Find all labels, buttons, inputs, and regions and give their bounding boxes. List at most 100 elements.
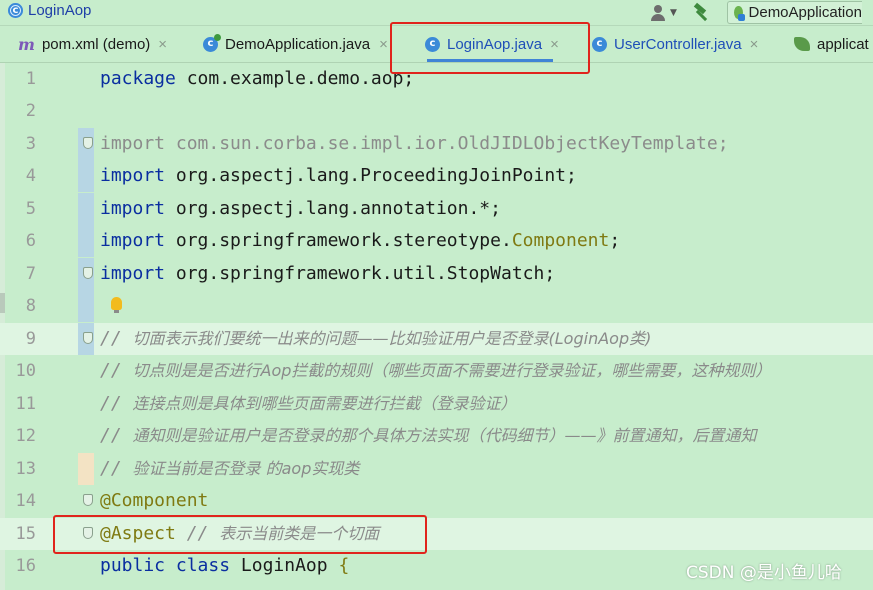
title-file-label: LoginAop (28, 2, 92, 19)
close-icon[interactable]: × (379, 36, 388, 53)
comment-text: 验证当前是否登录 的aop实现类 (132, 459, 360, 478)
fold-region (78, 225, 94, 257)
line-number: 8 (25, 296, 36, 316)
code-text: public class LoginAop { (100, 550, 349, 582)
comment-text: 连接点则是具体到哪些页面需要进行拦截（登录验证） (132, 394, 517, 413)
line-number: 3 (25, 134, 36, 154)
line-number: 14 (15, 491, 36, 511)
title-file[interactable]: c LoginAop (8, 2, 91, 19)
fold-toggle-icon[interactable] (83, 267, 93, 279)
line-number: 2 (25, 101, 36, 121)
line-number: 1 (25, 69, 36, 89)
fold-region (78, 453, 94, 485)
code-text: // 连接点则是具体到哪些页面需要进行拦截（登录验证） (100, 388, 517, 420)
tab-pom-xml[interactable]: m pom.xml (demo) × (18, 26, 167, 62)
fold-region (78, 290, 94, 322)
code-text: import org.aspectj.lang.ProceedingJoinPo… (100, 160, 577, 192)
code-line: 5 import org.aspectj.lang.annotation.*; (0, 193, 873, 225)
keyword: import (100, 263, 166, 284)
keyword: import (100, 230, 166, 251)
code-line: 10 // 切点则是是否进行Aop拦截的规则（哪些页面不需要进行登录验证，哪些需… (0, 355, 873, 387)
import-path: org.aspectj.lang.annotation.*; (165, 198, 501, 219)
spring-config-icon (794, 37, 810, 51)
code-text: // 切点则是是否进行Aop拦截的规则（哪些页面不需要进行登录验证，哪些需要，这… (100, 355, 771, 387)
code-text: // 验证当前是否登录 的aop实现类 (100, 453, 359, 485)
run-configuration-select[interactable]: DemoApplication (726, 1, 862, 24)
code-text: import org.springframework.util.StopWatc… (100, 258, 555, 290)
user-icon[interactable] (650, 3, 678, 23)
keyword: class (175, 555, 231, 576)
code-line: 13 // 验证当前是否登录 的aop实现类 (0, 453, 873, 485)
line-number: 7 (25, 264, 36, 284)
code-text: @Component (100, 485, 208, 517)
code-line: 6 import org.springframework.stereotype.… (0, 225, 873, 257)
comment-text: 通知则是验证用户是否登录的那个具体方法实现（代码细节）——》前置通知，后置通知 (132, 426, 757, 445)
tab-label: applicat (817, 35, 869, 53)
comment-slashes: // (100, 393, 133, 414)
comment-text: 切点则是是否进行Aop拦截的规则（哪些页面不需要进行登录验证，哪些需要，这种规则… (132, 361, 772, 380)
code-line: 14 @Component (0, 485, 873, 517)
line-number: 4 (25, 166, 36, 186)
open-brace: { (338, 555, 350, 576)
line-number: 12 (15, 426, 36, 446)
code-text: import org.springframework.stereotype.Co… (100, 225, 620, 257)
import-path: org.aspectj.lang.ProceedingJoinPoint; (165, 165, 577, 186)
comment-slashes: // (100, 360, 133, 381)
code-text: // 切面表示我们要统一出来的问题——比如验证用户是否登录(LoginAop类) (100, 323, 651, 355)
code-line: 12 // 通知则是验证用户是否登录的那个具体方法实现（代码细节）——》前置通知… (0, 420, 873, 452)
maven-icon: m (18, 34, 35, 54)
close-icon[interactable]: × (158, 36, 167, 53)
code-line: 2 (0, 95, 873, 127)
code-text: package com.example.demo.aop; (100, 63, 414, 95)
fold-region (78, 160, 94, 192)
code-text: import org.aspectj.lang.annotation.*; (100, 193, 501, 225)
tab-application-config[interactable]: applicat (794, 26, 869, 62)
line-number: 15 (15, 524, 36, 544)
tab-user-controller[interactable]: c UserController.java × (592, 26, 758, 62)
comment-slashes: // (100, 458, 133, 479)
tab-demo-application[interactable]: c DemoApplication.java × (203, 26, 388, 62)
class-icon: c (8, 3, 23, 18)
class-icon: c (203, 33, 221, 52)
code-editor[interactable]: 1 package com.example.demo.aop; 2 3 impo… (0, 63, 873, 590)
keyword-unused: import (100, 133, 166, 154)
comment-text: 切面表示我们要统一出来的问题——比如验证用户是否登录(LoginAop类) (132, 329, 652, 348)
fold-toggle-icon[interactable] (83, 494, 93, 506)
code-line: 11 // 连接点则是具体到哪些页面需要进行拦截（登录验证） (0, 388, 873, 420)
class-name: LoginAop (230, 555, 339, 576)
class-icon: c (592, 36, 607, 52)
line-number: 9 (25, 329, 36, 349)
class-reference: Component (511, 230, 610, 251)
run-configuration-label: DemoApplication (748, 4, 862, 21)
watermark: CSDN @是小鱼儿哈 (686, 563, 842, 583)
comment-slashes: // (100, 425, 133, 446)
close-icon[interactable]: × (750, 36, 759, 53)
code-text: // 通知则是验证用户是否登录的那个具体方法实现（代码细节）——》前置通知，后置… (100, 420, 757, 452)
code-text: import com.sun.corba.se.impl.ior.OldJIDL… (100, 128, 729, 160)
highlight-box-aspect-annotation (53, 515, 427, 554)
line-number: 5 (25, 199, 36, 219)
lightbulb-icon[interactable] (111, 297, 122, 313)
build-hammer-icon[interactable] (691, 3, 713, 23)
fold-region (78, 193, 94, 225)
keyword: import (100, 198, 166, 219)
annotation: @Component (100, 490, 209, 511)
tab-label: pom.xml (demo) (41, 35, 151, 53)
fold-toggle-icon[interactable] (83, 137, 93, 149)
line-number: 13 (15, 459, 36, 479)
import-unused: com.sun.corba.se.impl.ior.OldJIDLObjectK… (165, 133, 729, 154)
highlight-box-active-tab (390, 22, 590, 74)
import-path: org.springframework.stereotype. (165, 230, 512, 251)
code-line: 8 (0, 290, 873, 322)
keyword: package (100, 68, 176, 89)
package-name: com.example.demo.aop; (175, 68, 415, 89)
code-line: 4 import org.aspectj.lang.ProceedingJoin… (0, 160, 873, 192)
code-line: 3 import com.sun.corba.se.impl.ior.OldJI… (0, 128, 873, 160)
comment-slashes: // (100, 328, 133, 349)
code-line-current: 9 // 切面表示我们要统一出来的问题——比如验证用户是否登录(LoginAop… (0, 323, 873, 355)
semicolon: ; (609, 230, 621, 251)
spring-boot-icon (733, 6, 745, 21)
keyword: import (100, 165, 166, 186)
code-line: 7 import org.springframework.util.StopWa… (0, 258, 873, 290)
fold-toggle-icon[interactable] (83, 332, 93, 344)
